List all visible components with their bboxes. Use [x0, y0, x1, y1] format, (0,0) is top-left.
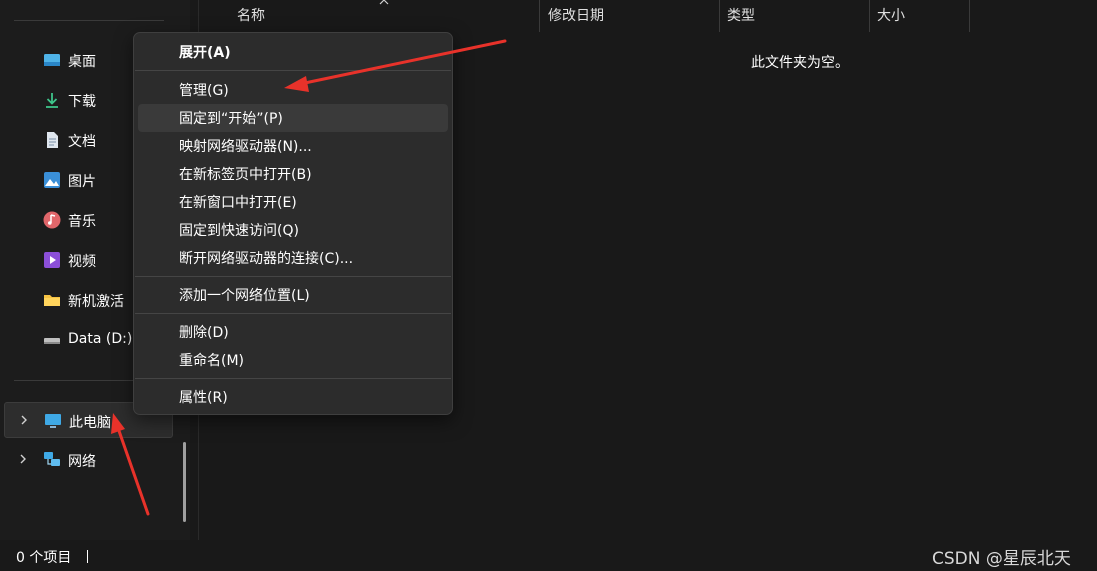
item-count: 0 个项目 — [16, 550, 72, 566]
menu-item-label: 断开网络驱动器的连接(C)... — [179, 251, 354, 267]
menu-item-open-new-window[interactable]: 在新窗口中打开(E) — [138, 188, 448, 216]
menu-item-pin-quick-access[interactable]: 固定到快速访问(Q) — [138, 216, 448, 244]
menu-item-label: 展开(A) — [179, 45, 231, 61]
menu-item-label: 在新窗口中打开(E) — [179, 195, 297, 211]
menu-item-add-network-location[interactable]: 添加一个网络位置(L) — [138, 281, 448, 309]
sidebar-item-label: 此电脑 — [69, 415, 111, 431]
menu-item-label: 固定到“开始”(P) — [179, 111, 283, 127]
menu-item-label: 固定到快速访问(Q) — [179, 223, 299, 239]
menu-item-expand[interactable]: 展开(A) — [138, 38, 448, 66]
menu-separator — [135, 313, 451, 314]
menu-item-label: 在新标签页中打开(B) — [179, 167, 312, 183]
scrollbar-thumb[interactable] — [183, 442, 186, 522]
status-bar: 0 个项目 CSDN @星辰北天 — [0, 540, 1097, 571]
sort-ascending-icon — [379, 0, 389, 5]
column-divider[interactable] — [969, 0, 970, 32]
sidebar-item-label: 桌面 — [68, 54, 96, 70]
menu-item-label: 管理(G) — [179, 83, 229, 99]
divider — [14, 20, 164, 21]
desktop-icon — [44, 54, 60, 66]
menu-item-delete[interactable]: 删除(D) — [138, 318, 448, 346]
status-divider — [87, 550, 88, 563]
menu-item-open-new-tab[interactable]: 在新标签页中打开(B) — [138, 160, 448, 188]
menu-item-label: 添加一个网络位置(L) — [179, 288, 310, 304]
picture-icon — [44, 172, 60, 188]
menu-item-label: 属性(R) — [179, 390, 228, 406]
column-header-type[interactable]: 类型 — [727, 0, 755, 32]
sidebar-item-label: 图片 — [68, 174, 96, 190]
chevron-right-icon[interactable] — [16, 452, 30, 466]
sidebar-item-label: Data (D:) — [68, 331, 133, 347]
menu-separator — [135, 378, 451, 379]
menu-item-rename[interactable]: 重命名(M) — [138, 346, 448, 374]
folder-icon — [44, 295, 60, 306]
menu-item-label: 删除(D) — [179, 325, 229, 341]
video-icon — [44, 252, 60, 268]
network-icon — [44, 452, 60, 466]
sidebar-item-label: 音乐 — [68, 214, 96, 230]
sidebar-item-label: 视频 — [68, 254, 96, 270]
menu-item-label: 映射网络驱动器(N)... — [179, 139, 312, 155]
download-icon — [46, 93, 58, 108]
drive-icon — [44, 338, 60, 344]
sidebar-item-label: 新机激活 — [68, 294, 124, 310]
column-header-size[interactable]: 大小 — [877, 0, 905, 32]
chevron-right-icon[interactable] — [17, 413, 31, 427]
menu-separator — [135, 70, 451, 71]
computer-icon — [45, 414, 61, 428]
column-divider[interactable] — [539, 0, 540, 32]
sidebar-item-label: 网络 — [68, 454, 96, 470]
column-header-modified[interactable]: 修改日期 — [548, 0, 604, 32]
column-divider[interactable] — [869, 0, 870, 32]
document-icon — [47, 132, 58, 148]
sidebar-item-label: 下载 — [68, 94, 96, 110]
menu-item-manage[interactable]: 管理(G) — [138, 76, 448, 104]
watermark: CSDN @星辰北天 — [932, 549, 1071, 569]
empty-folder-message: 此文件夹为空。 — [751, 55, 849, 71]
menu-item-disconnect-drive[interactable]: 断开网络驱动器的连接(C)... — [138, 244, 448, 272]
sidebar-item-network[interactable]: 网络 — [0, 442, 175, 478]
menu-item-pin-to-start[interactable]: 固定到“开始”(P) — [138, 104, 448, 132]
context-menu: 展开(A) 管理(G) 固定到“开始”(P) 映射网络驱动器(N)... 在新标… — [133, 32, 453, 415]
music-icon — [43, 211, 61, 229]
menu-item-properties[interactable]: 属性(R) — [138, 383, 448, 411]
menu-separator — [135, 276, 451, 277]
menu-item-map-network-drive[interactable]: 映射网络驱动器(N)... — [138, 132, 448, 160]
sidebar-item-label: 文档 — [68, 134, 96, 150]
column-header-name[interactable]: 名称 — [237, 0, 265, 32]
column-divider[interactable] — [719, 0, 720, 32]
menu-item-label: 重命名(M) — [179, 353, 245, 369]
